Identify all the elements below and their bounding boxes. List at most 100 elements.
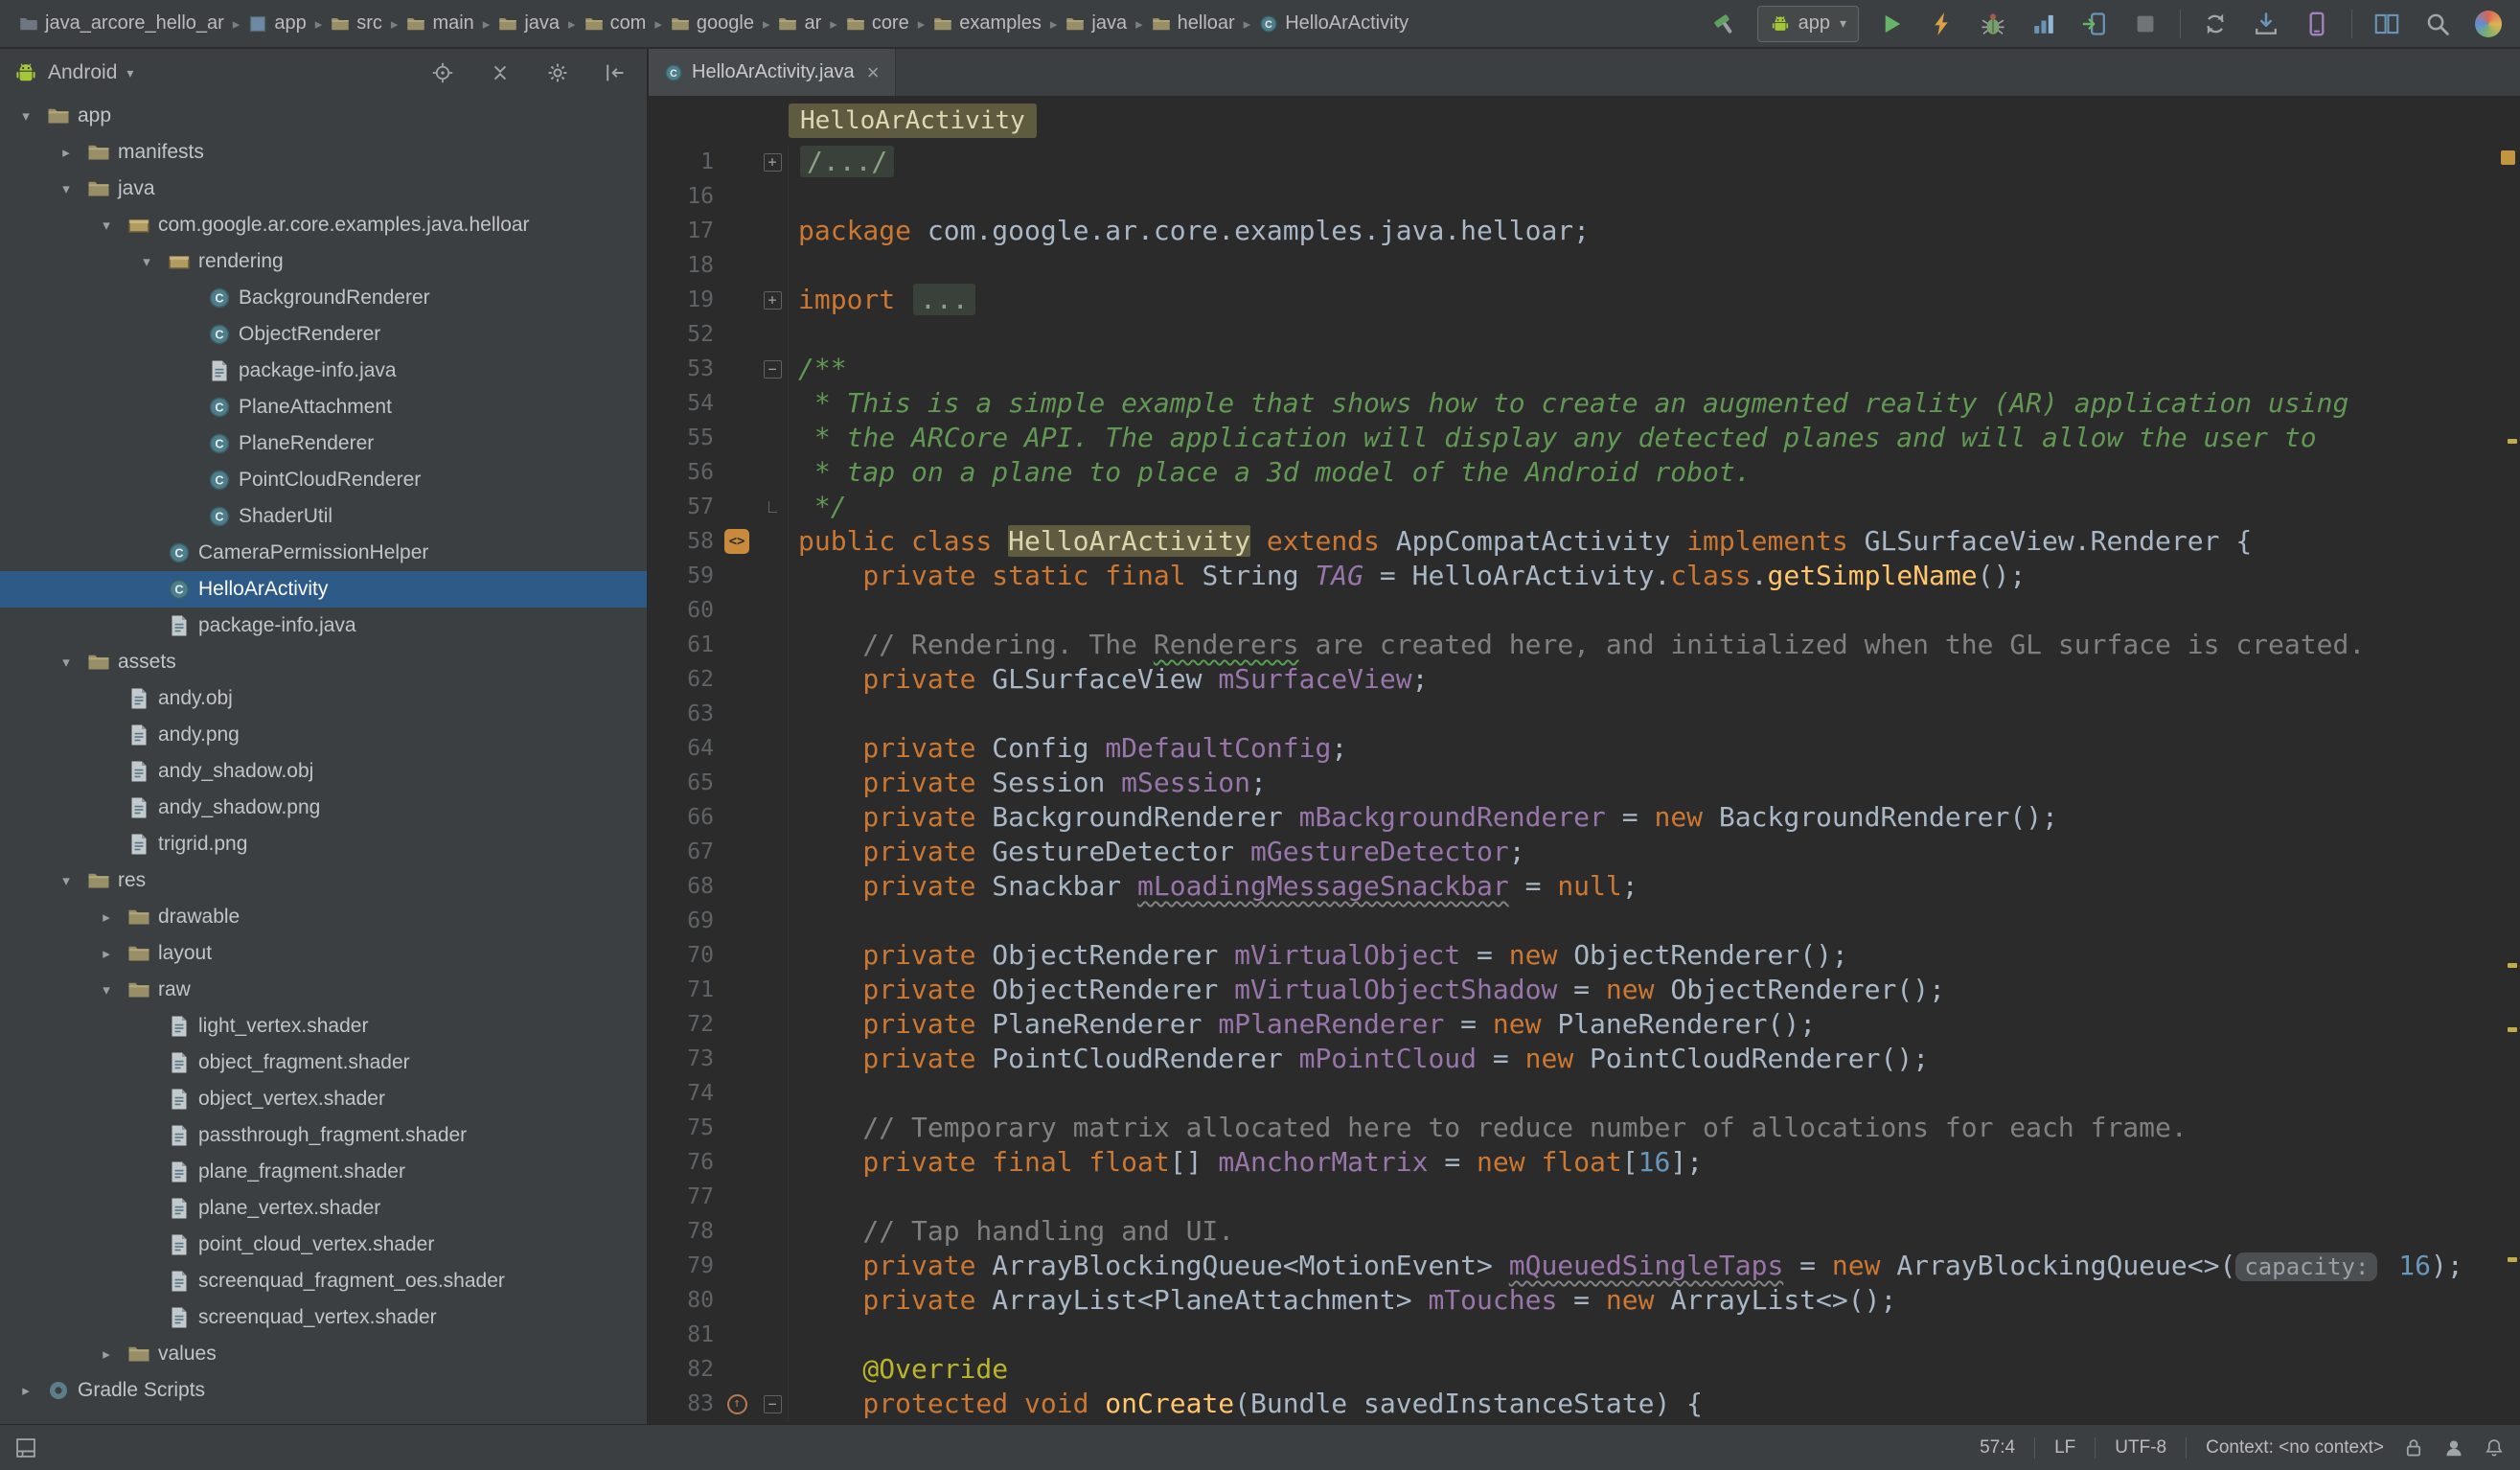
expand-arrow[interactable]: ▾ <box>53 872 80 889</box>
line-number[interactable]: 76 <box>649 1145 716 1180</box>
line-number[interactable]: 67 <box>649 835 716 869</box>
line-number[interactable]: 78 <box>649 1214 716 1249</box>
make-project-button[interactable] <box>1707 6 1743 42</box>
tree-item-passthrough-fragment-shader[interactable]: passthrough_fragment.shader <box>0 1117 647 1154</box>
line-number[interactable]: 62 <box>649 662 716 697</box>
tree-item-res[interactable]: ▾res <box>0 862 647 899</box>
collapse-all-button[interactable] <box>482 55 518 91</box>
sdk-manager-button[interactable] <box>2248 6 2284 42</box>
expand-arrow[interactable]: ▸ <box>12 1382 39 1399</box>
lock-icon[interactable] <box>2403 1437 2424 1459</box>
expand-arrow[interactable]: ▾ <box>93 981 120 999</box>
expand-arrow[interactable]: ▸ <box>53 144 80 161</box>
tree-item-screenquad-fragment-oes-shader[interactable]: screenquad_fragment_oes.shader <box>0 1263 647 1299</box>
tree-item-trigrid-png[interactable]: trigrid.png <box>0 826 647 862</box>
code-line-text[interactable]: package com.google.ar.core.examples.java… <box>789 214 1590 248</box>
line-number[interactable]: 66 <box>649 800 716 835</box>
line-number[interactable]: 57 <box>649 490 716 524</box>
layout-captures-button[interactable] <box>2369 6 2405 42</box>
line-number[interactable]: 59 <box>649 559 716 593</box>
tree-item-manifests[interactable]: ▸manifests <box>0 134 647 171</box>
tree-item-screenquad-vertex-shader[interactable]: screenquad_vertex.shader <box>0 1299 647 1336</box>
caret-position[interactable]: 57:4 <box>1980 1437 2015 1459</box>
nav-item-java[interactable]: java <box>494 10 563 37</box>
hide-panel-button[interactable] <box>597 55 633 91</box>
file-encoding-widget[interactable]: UTF-8 <box>2115 1437 2166 1459</box>
tree-item-pointcloudrenderer[interactable]: CPointCloudRenderer <box>0 462 647 498</box>
profiler-button[interactable] <box>2026 6 2062 42</box>
warning-stripe-mark[interactable] <box>2508 963 2517 968</box>
ide-profile-button[interactable] <box>2470 6 2507 42</box>
context-widget[interactable]: Context: <no context> <box>2206 1437 2384 1459</box>
code-line-text[interactable]: */ <box>789 490 847 524</box>
code-line-text[interactable]: private Config mDefaultConfig; <box>789 731 1347 766</box>
overriding-method-icon[interactable]: ↑ <box>727 1394 747 1414</box>
warning-stripe-mark[interactable] <box>2508 1027 2517 1032</box>
avd-manager-button[interactable] <box>2299 6 2335 42</box>
tree-item-plane-vertex-shader[interactable]: plane_vertex.shader <box>0 1190 647 1227</box>
code-line-text[interactable] <box>789 593 798 628</box>
code-line-text[interactable]: import ... <box>789 283 977 317</box>
code-line-text[interactable] <box>789 317 798 352</box>
line-number[interactable]: 17 <box>649 214 716 248</box>
notifications-icon[interactable] <box>2484 1437 2505 1459</box>
tool-window-toggle-icon[interactable] <box>15 1437 36 1459</box>
line-number[interactable]: 72 <box>649 1007 716 1042</box>
run-config-selector[interactable]: app▾ <box>1757 6 1859 42</box>
code-line-text[interactable]: private ArrayBlockingQueue<MotionEvent> … <box>789 1249 2463 1283</box>
code-line-text[interactable]: * the ARCore API. The application will d… <box>789 421 2317 455</box>
code-line-text[interactable]: private PlaneRenderer mPlaneRenderer = n… <box>789 1007 1816 1042</box>
line-number[interactable]: 77 <box>649 1180 716 1214</box>
line-number[interactable]: 71 <box>649 973 716 1007</box>
expand-arrow[interactable]: ▸ <box>93 908 120 926</box>
code-line-text[interactable]: private ObjectRenderer mVirtualObjectSha… <box>789 973 1945 1007</box>
tree-item-package-info-java[interactable]: package-info.java <box>0 608 647 644</box>
nav-item-com[interactable]: com <box>581 10 651 37</box>
line-number[interactable]: 81 <box>649 1318 716 1352</box>
tree-item-shaderutil[interactable]: CShaderUtil <box>0 498 647 535</box>
code-line-text[interactable]: /** <box>789 352 847 386</box>
tree-item-rendering[interactable]: ▾rendering <box>0 243 647 280</box>
tree-item-objectrenderer[interactable]: CObjectRenderer <box>0 316 647 353</box>
code-line-text[interactable]: private BackgroundRenderer mBackgroundRe… <box>789 800 2058 835</box>
code-line-text[interactable]: private GLSurfaceView mSurfaceView; <box>789 662 1428 697</box>
code-line-text[interactable]: private Snackbar mLoadingMessageSnackbar… <box>789 869 1638 904</box>
tree-item-object-fragment-shader[interactable]: object_fragment.shader <box>0 1045 647 1081</box>
android-component-icon[interactable]: <> <box>724 529 749 554</box>
tree-item-andy-png[interactable]: andy.png <box>0 717 647 753</box>
expand-arrow[interactable]: ▾ <box>133 253 160 270</box>
code-line-text[interactable] <box>789 179 798 214</box>
view-options-button[interactable] <box>539 55 576 91</box>
tree-item-light-vertex-shader[interactable]: light_vertex.shader <box>0 1008 647 1045</box>
line-number[interactable]: 52 <box>649 317 716 352</box>
code-line-text[interactable]: // Rendering. The Renderers are created … <box>789 628 2365 662</box>
code-line-text[interactable]: public class HelloArActivity extends App… <box>789 524 2252 559</box>
scroll-from-source-button[interactable] <box>424 55 461 91</box>
fold-toggle[interactable]: − <box>764 360 782 379</box>
tab-helloaractivity-java[interactable]: C HelloArActivity.java × <box>649 49 896 96</box>
tree-item-andy-shadow-png[interactable]: andy_shadow.png <box>0 790 647 826</box>
tree-item-andy-shadow-obj[interactable]: andy_shadow.obj <box>0 753 647 790</box>
line-number[interactable]: 16 <box>649 179 716 214</box>
run-button[interactable] <box>1873 6 1910 42</box>
code-line-text[interactable]: private Session mSession; <box>789 766 1267 800</box>
tree-item-app[interactable]: ▾app <box>0 98 647 134</box>
line-number[interactable]: 54 <box>649 386 716 421</box>
code-line-text[interactable]: * This is a simple example that shows ho… <box>789 386 2348 421</box>
sync-project-button[interactable] <box>2197 6 2234 42</box>
tree-item-point-cloud-vertex-shader[interactable]: point_cloud_vertex.shader <box>0 1227 647 1263</box>
code-line-text[interactable]: private ArrayList<PlaneAttachment> mTouc… <box>789 1283 1896 1318</box>
code-line-text[interactable]: private ObjectRenderer mVirtualObject = … <box>789 938 1848 973</box>
tree-item-andy-obj[interactable]: andy.obj <box>0 680 647 717</box>
line-number[interactable]: 64 <box>649 731 716 766</box>
tree-item-object-vertex-shader[interactable]: object_vertex.shader <box>0 1081 647 1117</box>
fold-toggle[interactable]: + <box>764 153 782 172</box>
nav-item-helloaractivity[interactable]: CHelloArActivity <box>1255 10 1412 37</box>
nav-item-java[interactable]: java <box>1062 10 1131 37</box>
tree-item-camerapermissionhelper[interactable]: CCameraPermissionHelper <box>0 535 647 571</box>
expand-arrow[interactable]: ▾ <box>53 180 80 197</box>
code-line-text[interactable]: // Tap handling and UI. <box>789 1214 1234 1249</box>
nav-item-helloar[interactable]: helloar <box>1148 10 1239 37</box>
tree-item-com-google-ar-core-examples-java-helloar[interactable]: ▾com.google.ar.core.examples.java.helloa… <box>0 207 647 243</box>
line-number[interactable]: 83 <box>649 1387 716 1421</box>
